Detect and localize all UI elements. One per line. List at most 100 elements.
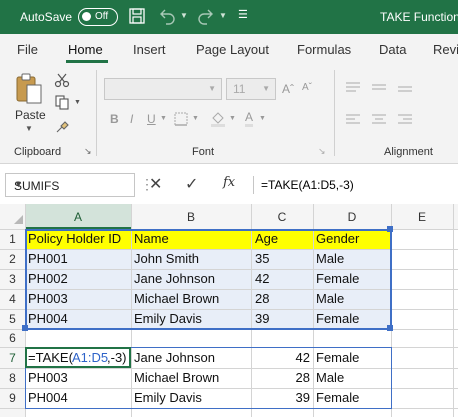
- customize-toolbar-icon[interactable]: ☰: [238, 8, 248, 21]
- copy-dropdown-icon[interactable]: ▼: [74, 99, 81, 106]
- tab-formulas[interactable]: Formulas: [297, 42, 351, 57]
- align-top-icon[interactable]: [344, 80, 362, 96]
- chevron-down-icon[interactable]: ▼: [14, 179, 128, 189]
- result-cell[interactable]: Jane Johnson: [134, 350, 215, 365]
- font-color-dropdown-icon[interactable]: ▼: [259, 115, 266, 122]
- row-header-4[interactable]: 4: [0, 292, 25, 306]
- referenced-range-border: [25, 229, 392, 330]
- align-middle-icon[interactable]: [370, 80, 388, 96]
- column-header-a[interactable]: A: [25, 206, 131, 228]
- cancel-icon[interactable]: ✕: [149, 174, 162, 194]
- font-name-dropdown[interactable]: ▼: [104, 78, 222, 100]
- ribbon-separator: [334, 70, 335, 156]
- gridline: [453, 204, 454, 417]
- copy-icon[interactable]: [54, 94, 70, 110]
- ribbon: Paste ▼ ▼ Clipboard ↘ ▼ 11 ▼ Aˆ Aˇ B I U…: [0, 64, 458, 164]
- column-header-d[interactable]: D: [313, 206, 391, 228]
- formula-bar: SUMIFS ▼ ⋮ ✕ ✓ fx: [0, 164, 458, 204]
- autosave-label: AutoSave: [20, 10, 73, 24]
- font-size-value: 11: [233, 82, 246, 96]
- underline-icon[interactable]: U: [147, 112, 156, 126]
- row-header-2[interactable]: 2: [0, 252, 25, 266]
- font-launcher-icon[interactable]: ↘: [318, 146, 326, 157]
- spreadsheet-grid[interactable]: A B C D E 1 2 3 4 5 6 7 8 9 Policy Holde…: [0, 204, 458, 417]
- autosave-toggle[interactable]: Off: [78, 8, 118, 26]
- edit-cell-ref: A1:D5: [72, 350, 109, 365]
- row-header-5[interactable]: 5: [0, 312, 25, 326]
- edit-cell-prefix: =TAKE(: [28, 350, 73, 365]
- column-header-c[interactable]: C: [251, 206, 313, 228]
- cut-icon[interactable]: [54, 72, 70, 88]
- name-box[interactable]: SUMIFS ▼: [5, 173, 135, 197]
- decrease-font-icon[interactable]: Aˇ: [302, 82, 312, 93]
- fill-color-dropdown-icon[interactable]: ▼: [229, 115, 236, 122]
- borders-icon[interactable]: [174, 112, 188, 126]
- tab-data[interactable]: Data: [379, 42, 406, 57]
- group-clipboard-label: Clipboard: [14, 146, 62, 158]
- align-right-icon[interactable]: [396, 112, 414, 128]
- result-cell[interactable]: 42: [255, 350, 310, 365]
- font-size-dropdown[interactable]: 11 ▼: [226, 78, 276, 100]
- paste-label[interactable]: Paste: [15, 108, 46, 122]
- row-header-7[interactable]: 7: [0, 351, 25, 365]
- tab-file[interactable]: File: [17, 42, 38, 57]
- align-center-icon[interactable]: [370, 112, 388, 128]
- result-cell[interactable]: Male: [316, 370, 344, 385]
- toggle-knob: [82, 12, 91, 21]
- format-painter-icon[interactable]: [54, 118, 70, 134]
- result-cell[interactable]: Female: [316, 390, 359, 405]
- row-header-9[interactable]: 9: [0, 391, 25, 405]
- align-left-icon[interactable]: [344, 112, 362, 128]
- select-all-triangle[interactable]: [14, 215, 23, 224]
- clipboard-launcher-icon[interactable]: ↘: [84, 146, 92, 157]
- edit-cell-suffix: ,-3): [107, 350, 127, 365]
- ribbon-tabs: File Home Insert Page Layout Formulas Da…: [0, 34, 458, 64]
- result-cell[interactable]: Michael Brown: [134, 370, 219, 385]
- row-header-3[interactable]: 3: [0, 272, 25, 286]
- row-header-8[interactable]: 8: [0, 371, 25, 385]
- redo-icon[interactable]: [196, 7, 216, 25]
- row-header-6[interactable]: 6: [0, 331, 25, 345]
- fill-color-icon[interactable]: [210, 110, 226, 128]
- chevron-down-icon: ▼: [262, 84, 270, 93]
- result-cell[interactable]: 39: [255, 390, 310, 405]
- undo-icon[interactable]: [157, 7, 177, 25]
- save-icon[interactable]: [128, 7, 146, 25]
- underline-dropdown-icon[interactable]: ▼: [160, 115, 167, 122]
- result-cell[interactable]: PH003: [28, 370, 68, 385]
- tab-insert[interactable]: Insert: [133, 42, 166, 57]
- active-tab-indicator: [66, 60, 108, 63]
- italic-icon[interactable]: I: [130, 112, 133, 126]
- undo-dropdown-icon[interactable]: ▼: [180, 11, 188, 20]
- column-header-e[interactable]: E: [391, 206, 453, 228]
- autosave-state: Off: [95, 11, 109, 22]
- column-header-b[interactable]: B: [131, 206, 251, 228]
- tab-review[interactable]: Revi: [433, 42, 458, 57]
- result-cell[interactable]: Emily Davis: [134, 390, 202, 405]
- font-color-icon[interactable]: A: [245, 110, 254, 127]
- group-alignment-label: Alignment: [384, 146, 433, 158]
- increase-font-icon[interactable]: Aˆ: [282, 82, 294, 96]
- range-handle[interactable]: [22, 325, 28, 331]
- tab-home[interactable]: Home: [68, 42, 103, 57]
- borders-dropdown-icon[interactable]: ▼: [192, 115, 199, 122]
- group-font-label: Font: [192, 146, 215, 158]
- result-cell[interactable]: PH004: [28, 390, 68, 405]
- insert-function-icon[interactable]: fx: [223, 175, 235, 190]
- document-title: TAKE Function: [380, 10, 458, 24]
- result-cell[interactable]: Female: [316, 350, 359, 365]
- formula-separator: [253, 176, 254, 194]
- bold-icon[interactable]: B: [110, 112, 119, 126]
- paste-dropdown-icon[interactable]: ▼: [25, 124, 33, 133]
- formula-input[interactable]: [258, 173, 458, 197]
- tab-page-layout[interactable]: Page Layout: [196, 42, 269, 57]
- range-handle[interactable]: [387, 226, 393, 232]
- range-handle[interactable]: [387, 325, 393, 331]
- ribbon-separator: [96, 70, 97, 156]
- align-bottom-icon[interactable]: [396, 80, 414, 96]
- result-cell[interactable]: 28: [255, 370, 310, 385]
- enter-icon[interactable]: ✓: [185, 174, 198, 194]
- redo-dropdown-icon[interactable]: ▼: [219, 11, 227, 20]
- paste-icon[interactable]: [14, 72, 44, 106]
- row-header-1[interactable]: 1: [0, 232, 25, 246]
